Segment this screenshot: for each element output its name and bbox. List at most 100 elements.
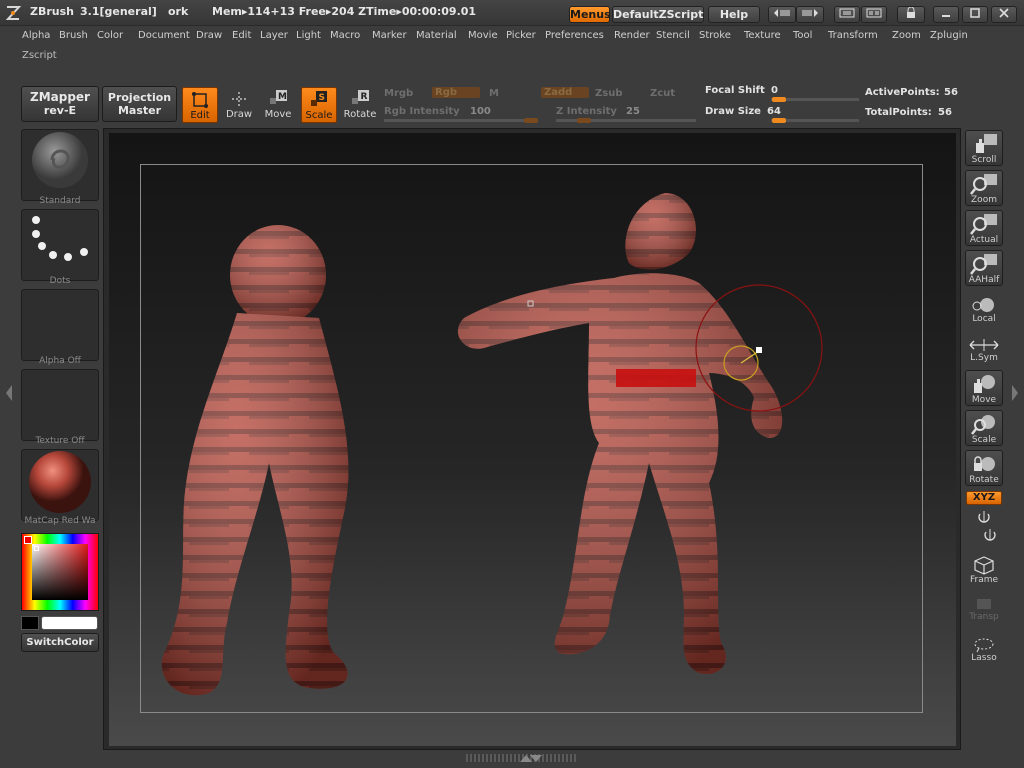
menu-picker[interactable]: Picker — [506, 30, 536, 41]
draw-tool-button[interactable]: Draw — [221, 87, 257, 123]
menu-material[interactable]: Material — [416, 30, 457, 41]
color-saturation-square[interactable] — [32, 544, 88, 600]
scale-tool-button[interactable]: S Scale — [301, 87, 337, 123]
menu-macro[interactable]: Macro — [330, 30, 360, 41]
close-button[interactable] — [991, 6, 1017, 23]
viewport-scene[interactable] — [109, 133, 956, 746]
lasso-label: Lasso — [971, 653, 997, 663]
layout-one-icon — [839, 8, 855, 18]
rgb-intensity-slider[interactable] — [384, 119, 538, 122]
zoom-button[interactable]: Zoom — [965, 170, 1003, 206]
rgb-intensity-knob[interactable] — [524, 118, 538, 123]
right-tray-arrow-icon[interactable] — [1011, 383, 1019, 403]
mrgb-toggle[interactable]: Mrgb — [384, 88, 413, 99]
switch-color-button[interactable]: SwitchColor — [21, 633, 99, 652]
primary-color-swatch[interactable] — [41, 616, 98, 630]
maximize-button[interactable] — [962, 6, 988, 23]
menu-zoom[interactable]: Zoom — [892, 30, 921, 41]
menu-texture[interactable]: Texture — [744, 30, 781, 41]
material-thumbnail[interactable] — [21, 449, 99, 521]
help-button[interactable]: Help — [708, 6, 760, 23]
edit-tool-button[interactable]: Edit — [182, 87, 218, 123]
rgb-toggle[interactable]: Rgb — [432, 87, 480, 98]
transp-label: Transp — [969, 612, 999, 622]
app-name: ZBrush — [30, 5, 74, 18]
focal-shift-value: 0 — [771, 85, 778, 96]
menu-transform[interactable]: Transform — [828, 30, 878, 41]
right-figure-model[interactable] — [457, 193, 783, 674]
menu-tool[interactable]: Tool — [793, 30, 812, 41]
tray-right-button[interactable] — [796, 6, 824, 23]
menu-brush[interactable]: Brush — [59, 30, 88, 41]
lsym-button[interactable]: L.Sym — [965, 337, 1003, 363]
texture-thumbnail[interactable] — [21, 369, 99, 441]
stroke-thumbnail[interactable] — [21, 209, 99, 281]
scale-view-button[interactable]: Scale — [965, 410, 1003, 446]
menu-document[interactable]: Document — [138, 30, 190, 41]
left-figure-model[interactable] — [161, 225, 349, 696]
menu-draw[interactable]: Draw — [196, 30, 222, 41]
draw-icon — [232, 92, 246, 106]
tray-left-button[interactable] — [768, 6, 796, 23]
lasso-button[interactable]: Lasso — [965, 637, 1003, 663]
menu-alpha[interactable]: Alpha — [22, 30, 50, 41]
transp-button[interactable]: Transp — [965, 596, 1003, 622]
menu-marker[interactable]: Marker — [372, 30, 407, 41]
rotate-tool-button[interactable]: R Rotate — [342, 87, 378, 123]
zadd-toggle[interactable]: Zadd — [541, 87, 589, 98]
brush-label: Standard — [39, 196, 81, 206]
menu-render[interactable]: Render — [614, 30, 650, 41]
layout-one-button[interactable] — [834, 6, 860, 23]
active-points-value: 56 — [944, 87, 958, 98]
menu-zscript[interactable]: Zscript — [22, 50, 57, 61]
menu-layer[interactable]: Layer — [260, 30, 288, 41]
layout-two-button[interactable] — [861, 6, 887, 23]
menus-button[interactable]: Menus — [569, 6, 611, 23]
scroll-button[interactable]: Scroll — [965, 130, 1003, 166]
menu-preferences[interactable]: Preferences — [545, 30, 604, 41]
move-view-button[interactable]: Move — [965, 370, 1003, 406]
frame-button[interactable]: Frame — [965, 555, 1003, 585]
rotate-y-icon[interactable] — [976, 510, 992, 524]
zsub-toggle[interactable]: Zsub — [595, 88, 622, 99]
minimize-button[interactable] — [933, 6, 959, 23]
xyz-toggle-button[interactable]: XYZ — [966, 491, 1002, 505]
default-zscript-button[interactable]: DefaultZScript — [612, 6, 704, 23]
left-tray-arrow-icon[interactable] — [5, 383, 13, 403]
actual-button[interactable]: Actual — [965, 210, 1003, 246]
lock-button[interactable] — [897, 6, 925, 23]
menu-color[interactable]: Color — [97, 30, 123, 41]
z-intensity-knob[interactable] — [577, 118, 591, 123]
secondary-color-swatch[interactable] — [21, 616, 39, 630]
menu-edit[interactable]: Edit — [232, 30, 251, 41]
m-toggle[interactable]: M — [489, 88, 499, 99]
title-bar: ZBrush 3.1[general] ork Mem▸114+13 Free▸… — [0, 0, 1024, 26]
bottom-tray-arrow-icon[interactable] — [518, 753, 542, 763]
draw-size-knob[interactable] — [772, 118, 786, 123]
stroke-label: Dots — [49, 276, 71, 286]
main-color-swatch[interactable] — [24, 536, 32, 544]
menu-zplugin[interactable]: Zplugin — [930, 30, 968, 41]
brush-thumbnail[interactable] — [21, 129, 99, 201]
projection-master-button[interactable]: Projection Master — [102, 86, 177, 122]
actual-size-icon — [970, 214, 997, 235]
zbrush-logo-icon — [5, 6, 22, 20]
aahalf-button[interactable]: AAHalf — [965, 250, 1003, 286]
focal-shift-knob[interactable] — [772, 97, 786, 102]
rotate-z-icon[interactable] — [982, 528, 998, 542]
alpha-thumbnail[interactable] — [21, 289, 99, 361]
move-tool-button[interactable]: M Move — [260, 87, 296, 123]
color-picker[interactable] — [21, 533, 99, 611]
frame-label: Frame — [969, 575, 999, 585]
scale-magnifier-icon — [971, 415, 995, 435]
menu-stroke[interactable]: Stroke — [699, 30, 731, 41]
local-button[interactable]: Local — [965, 296, 1003, 324]
menu-movie[interactable]: Movie — [468, 30, 498, 41]
highlighted-band — [616, 369, 696, 387]
zcut-toggle[interactable]: Zcut — [650, 88, 675, 99]
lsym-arrows-icon — [969, 339, 999, 351]
menu-light[interactable]: Light — [296, 30, 321, 41]
zmapper-button[interactable]: ZMapper rev-E — [21, 86, 99, 122]
menu-stencil[interactable]: Stencil — [656, 30, 690, 41]
rotate-view-button[interactable]: Rotate — [965, 450, 1003, 486]
